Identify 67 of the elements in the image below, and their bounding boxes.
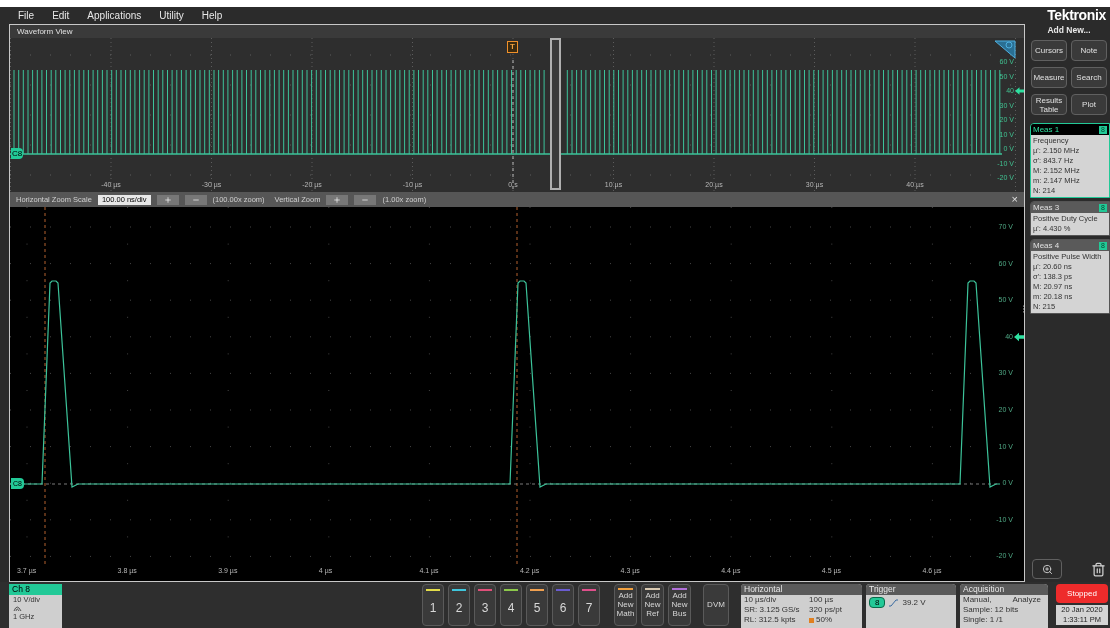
- view-title: Waveform View: [10, 25, 1024, 38]
- zoom-out-button[interactable]: [354, 194, 377, 205]
- add-new-button[interactable]: Plot: [1071, 94, 1107, 115]
- channel-button[interactable]: 2: [448, 584, 470, 626]
- trigger-panel[interactable]: Trigger 8 39.2 V: [866, 584, 956, 628]
- zoom-icon[interactable]: [994, 40, 1016, 59]
- acquisition-value: Analyze: [1012, 595, 1041, 605]
- channel-button[interactable]: 7: [578, 584, 600, 626]
- reference-arrow-icon[interactable]: [1015, 86, 1024, 96]
- channel-title: Ch 8: [9, 584, 62, 595]
- channel-button[interactable]: 3: [474, 584, 496, 626]
- measurement-title: Meas 3: [1033, 202, 1060, 213]
- trigger-level: 39.2 V: [902, 597, 926, 608]
- horizontal-value: SR: 3.125 GS/s: [744, 605, 801, 615]
- horizontal-panel[interactable]: Horizontal 10 µs/div 100 µs SR: 3.125 GS/s 320 ps/pt RL: 312.5 kpts 50%: [741, 584, 862, 628]
- horizontal-value: 320 ps/pt: [809, 605, 842, 615]
- add-new-button[interactable]: Add New Ref: [641, 584, 664, 626]
- plus-icon: [333, 195, 342, 204]
- menu-item[interactable]: Utility: [150, 8, 193, 23]
- plus-icon: [163, 195, 172, 204]
- zoom-window-marker[interactable]: [550, 38, 561, 190]
- rising-edge-icon: [889, 598, 899, 607]
- reference-arrow-icon[interactable]: [1014, 332, 1024, 342]
- close-button[interactable]: ×: [1011, 194, 1018, 205]
- menu-item[interactable]: Help: [192, 8, 232, 23]
- channel-tag[interactable]: C8: [11, 148, 24, 159]
- panel-title: Acquisition: [960, 584, 1048, 595]
- add-new-button[interactable]: Add New Math: [614, 584, 637, 626]
- add-new-button[interactable]: Measure: [1031, 67, 1067, 88]
- horizontal-value: 100 µs: [809, 595, 834, 605]
- panel-title: Trigger: [866, 584, 956, 595]
- channel-button[interactable]: 6: [552, 584, 574, 626]
- acquisition-value: Manual,: [963, 595, 992, 605]
- zoom-tool-button[interactable]: [1032, 559, 1062, 579]
- channel-button[interactable]: 4: [500, 584, 522, 626]
- add-new-button[interactable]: Cursors: [1031, 40, 1067, 61]
- horizontal-value: RL: 312.5 kpts: [744, 615, 797, 625]
- magnifier-icon: [1041, 563, 1053, 575]
- acquisition-value: Single: 1 /1: [963, 615, 1004, 625]
- zoom-in-button[interactable]: [326, 194, 349, 205]
- add-new-button[interactable]: Note: [1071, 40, 1107, 61]
- trigger-source-badge: 8: [869, 597, 886, 608]
- probe-icon: [13, 605, 22, 612]
- horizontal-value: 50%: [816, 615, 832, 625]
- measurement-title: Meas 1: [1033, 124, 1060, 135]
- trash-icon[interactable]: [1091, 561, 1106, 577]
- horizontal-value: 10 µs/div: [744, 595, 778, 605]
- zoom-out-button[interactable]: [184, 194, 207, 205]
- menu-item[interactable]: Edit: [43, 8, 79, 23]
- dvm-button[interactable]: DVM: [703, 584, 729, 626]
- menu-item[interactable]: Applications: [78, 8, 151, 23]
- channel-button[interactable]: 5: [526, 584, 548, 626]
- trigger-marker[interactable]: T: [507, 41, 518, 53]
- zoom-in-button[interactable]: [156, 194, 179, 205]
- acquisition-value: Sample: 12 bits: [963, 605, 1019, 615]
- channel-button[interactable]: 1: [422, 584, 444, 626]
- trigger-position-icon: [809, 618, 814, 623]
- add-new-button[interactable]: Add New Bus: [668, 584, 691, 626]
- menu-item[interactable]: File: [9, 8, 44, 23]
- run-stop-button[interactable]: Stopped: [1056, 584, 1108, 603]
- brand-logo: Tektronix: [1047, 6, 1106, 25]
- add-new-button[interactable]: Search: [1071, 67, 1107, 88]
- panel-title: Horizontal: [741, 584, 862, 595]
- add-new-button[interactable]: Results Table: [1031, 94, 1067, 115]
- measurement-title: Meas 4: [1033, 240, 1060, 251]
- panel-title: Add New...: [1046, 24, 1092, 36]
- acquisition-panel[interactable]: Acquisition Manual, Analyze Sample: 12 bits Single: 1 /1: [960, 584, 1048, 628]
